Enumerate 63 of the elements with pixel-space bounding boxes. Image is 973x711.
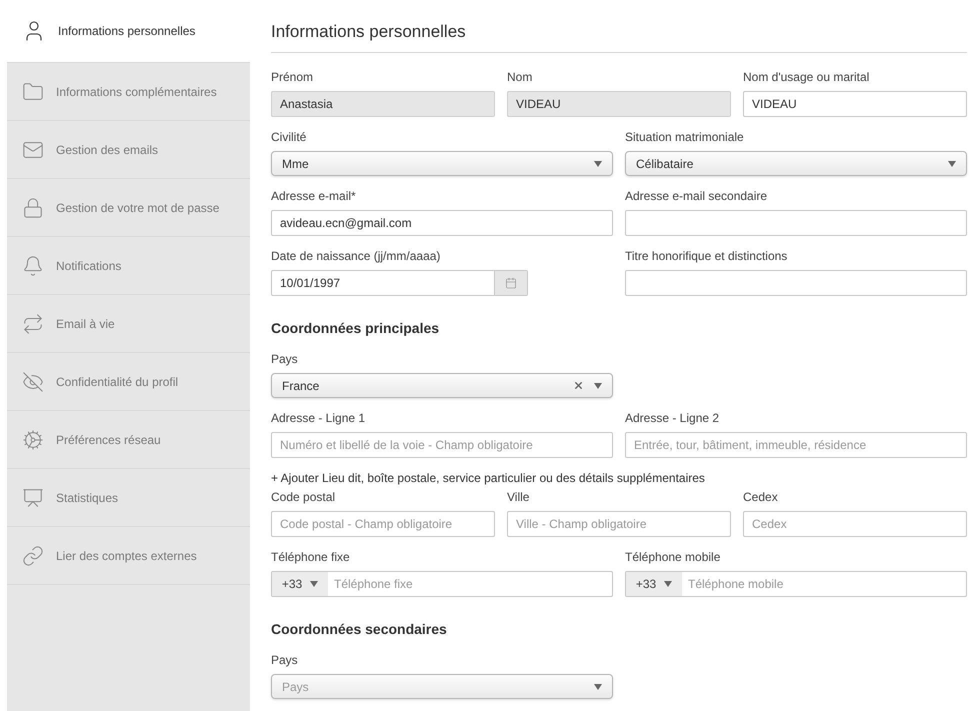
caret-icon (948, 160, 956, 166)
dropdown-field[interactable]: France (271, 373, 613, 398)
field-label: Téléphone fixe (271, 550, 351, 564)
chart-board-icon (22, 486, 44, 508)
add-details-link[interactable]: + Ajouter Lieu dit, boîte postale, service particulier ou des détails supplémentaires (271, 469, 967, 487)
gears-icon (22, 428, 44, 450)
field-label: Adresse - Ligne 2 (625, 411, 720, 425)
page-title: Informations personnelles (271, 22, 467, 42)
dropdown-value: Célibataire (636, 156, 694, 172)
clear-icon[interactable] (573, 380, 584, 391)
date-value: 10/01/1997 (279, 275, 342, 292)
text-field[interactable]: Numéro et libellé de la voie - Champ obligatoire (271, 432, 613, 458)
field-label: Prénom (271, 70, 314, 84)
text-field[interactable] (625, 270, 967, 296)
phone-field[interactable]: +33 Téléphone mobile (625, 571, 967, 597)
dropdown-field[interactable]: Célibataire (625, 151, 967, 176)
field-label: Nom (507, 70, 534, 84)
caret-icon (310, 581, 318, 587)
calendar-icon (505, 277, 517, 289)
field-label: Cedex (743, 490, 779, 504)
date-field[interactable]: 10/01/1997 (271, 270, 528, 296)
field-label: Situation matrimoniale (625, 130, 745, 144)
caret-icon (594, 684, 602, 690)
phone-placeholder: Téléphone fixe (333, 576, 414, 593)
field-label: Adresse - Ligne 1 (271, 411, 366, 425)
field-label: Adresse e-mail secondaire (625, 189, 768, 203)
text-field[interactable]: avideau.ecn@gmail.com (271, 210, 613, 236)
text-field[interactable]: VIDEAU (743, 91, 967, 117)
text-field[interactable]: Code postal - Champ obligatoire (271, 511, 495, 537)
section-heading: Coordonnées secondaires (271, 620, 448, 639)
loop-arrows-icon (22, 312, 44, 334)
chain-link-icon (22, 544, 44, 566)
caret-icon (594, 160, 602, 166)
crossed-eye-icon (22, 370, 44, 392)
field-label: Date de naissance (jj/mm/aaaa) (271, 249, 442, 263)
text-field[interactable]: Cedex (743, 511, 967, 537)
field-label: Adresse e-mail* (271, 189, 357, 203)
country-code-dropdown[interactable]: +33 (272, 572, 328, 596)
dropdown-placeholder: Pays (282, 678, 310, 696)
dropdown-value: Mme (282, 156, 310, 172)
text-field[interactable] (625, 210, 967, 236)
caret-icon (594, 382, 602, 388)
field-label: Téléphone mobile (625, 550, 722, 564)
dropdown-field[interactable]: Mme (271, 151, 613, 176)
dropdown-value: France (282, 378, 320, 394)
phone-field[interactable]: +33 Téléphone fixe (271, 571, 613, 597)
field-label: Titre honorifique et distinctions (625, 249, 788, 263)
text-field[interactable]: Entrée, tour, bâtiment, immeuble, résidence (625, 432, 967, 458)
field-label: Code postal (271, 490, 336, 504)
padlock-icon (22, 196, 44, 218)
field-label: Pays (271, 352, 299, 366)
field-label: Pays (271, 653, 299, 667)
phone-placeholder: Téléphone mobile (687, 576, 784, 593)
calendar-button[interactable] (494, 271, 527, 295)
field-label: Civilité (271, 130, 308, 144)
caret-icon (664, 581, 672, 587)
text-field[interactable]: Ville - Champ obligatoire (507, 511, 731, 537)
country-code-dropdown[interactable]: +33 (626, 572, 682, 596)
bell-icon (22, 254, 44, 276)
field-label: Ville (507, 490, 530, 504)
folder-icon (22, 80, 44, 102)
field-label: Nom d'usage ou marital (743, 70, 870, 84)
section-heading: Coordonnées principales (271, 319, 440, 338)
